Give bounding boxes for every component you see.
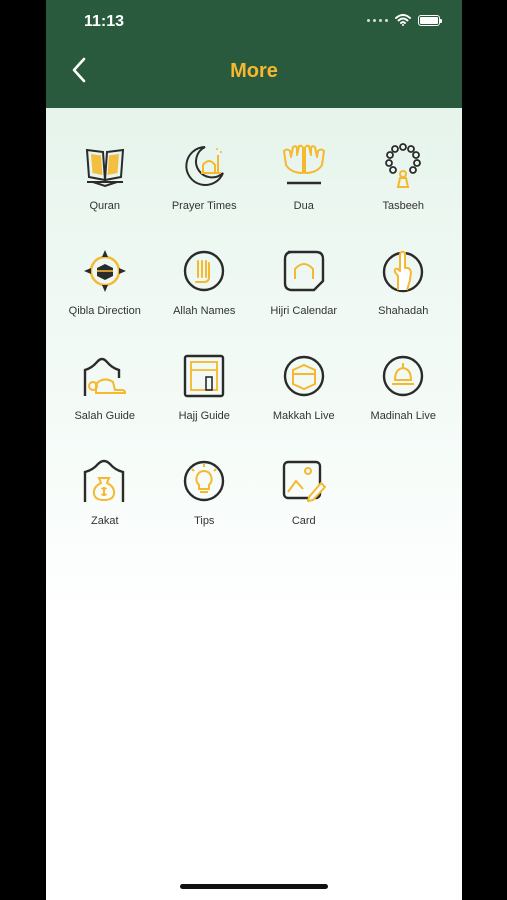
menu-item-shahadah[interactable]: Shahadah bbox=[354, 247, 454, 324]
status-time: 11:13 bbox=[84, 13, 125, 30]
tasbeeh-beads-icon bbox=[385, 143, 422, 188]
crescent-mosque-icon bbox=[185, 146, 225, 186]
menu-item-allah-names[interactable]: Allah Names bbox=[155, 247, 255, 324]
features-grid: Quran Prayer Times Dua Tasbeeh Qibla Dir… bbox=[55, 142, 453, 534]
menu-item-label: Shahadah bbox=[378, 305, 429, 317]
cellular-icon bbox=[367, 18, 388, 22]
menu-item-label: Hijri Calendar bbox=[270, 305, 338, 317]
green-dome-icon bbox=[383, 355, 424, 397]
menu-item-quran[interactable]: Quran bbox=[55, 142, 155, 219]
menu-item-label: Quran bbox=[89, 200, 121, 212]
menu-item-label: Zakat bbox=[90, 515, 119, 527]
menu-item-hijri-calendar[interactable]: Hijri Calendar bbox=[254, 247, 354, 324]
quran-icon bbox=[85, 148, 124, 188]
menu-item-tasbeeh[interactable]: Tasbeeh bbox=[354, 142, 454, 219]
lightbulb-icon bbox=[184, 460, 225, 502]
wifi-icon bbox=[395, 14, 411, 26]
image-card-icon bbox=[282, 460, 326, 502]
hijri-calendar-icon bbox=[283, 250, 324, 292]
prostrating-person-icon bbox=[83, 357, 126, 396]
allah-names-icon bbox=[184, 250, 225, 292]
menu-item-label: Dua bbox=[293, 200, 314, 212]
status-icons bbox=[367, 14, 442, 26]
menu-item-label: Qibla Direction bbox=[68, 305, 141, 317]
menu-item-zakat[interactable]: Zakat bbox=[55, 457, 155, 534]
menu-item-label: Prayer Times bbox=[171, 200, 237, 212]
kaaba-frame-icon bbox=[184, 354, 225, 398]
menu-item-label: Allah Names bbox=[173, 305, 236, 317]
home-indicator[interactable] bbox=[180, 884, 328, 889]
raised-finger-icon bbox=[383, 250, 424, 293]
menu-item-hajj-guide[interactable]: Hajj Guide bbox=[155, 352, 255, 429]
menu-item-label: Hajj Guide bbox=[178, 410, 230, 422]
menu-item-label: Makkah Live bbox=[272, 410, 335, 422]
compass-kaaba-icon bbox=[83, 250, 126, 292]
app-screen: 11:13 More Quran Prayer Times Dua Tasbee… bbox=[46, 0, 462, 900]
menu-item-label: Madinah Live bbox=[370, 410, 436, 422]
menu-item-qibla-direction[interactable]: Qibla Direction bbox=[55, 247, 155, 324]
menu-item-label: Card bbox=[291, 515, 316, 527]
menu-item-label: Tasbeeh bbox=[382, 200, 425, 212]
menu-item-madinah-live[interactable]: Madinah Live bbox=[354, 352, 454, 429]
menu-item-label: Tips bbox=[194, 515, 215, 527]
menu-item-makkah-live[interactable]: Makkah Live bbox=[254, 352, 354, 429]
page-title: More bbox=[230, 60, 278, 82]
menu-item-label: Salah Guide bbox=[74, 410, 136, 422]
menu-item-salah-guide[interactable]: Salah Guide bbox=[55, 352, 155, 429]
menu-item-tips[interactable]: Tips bbox=[155, 457, 255, 534]
menu-item-card[interactable]: Card bbox=[254, 457, 354, 534]
menu-item-prayer-times[interactable]: Prayer Times bbox=[155, 142, 255, 219]
kaaba-circle-icon bbox=[283, 355, 324, 397]
praying-hands-icon bbox=[282, 144, 325, 185]
menu-item-dua[interactable]: Dua bbox=[254, 142, 354, 219]
top-bar: 11:13 More bbox=[46, 0, 462, 108]
battery-icon bbox=[418, 14, 442, 26]
money-bag-icon bbox=[83, 459, 124, 502]
